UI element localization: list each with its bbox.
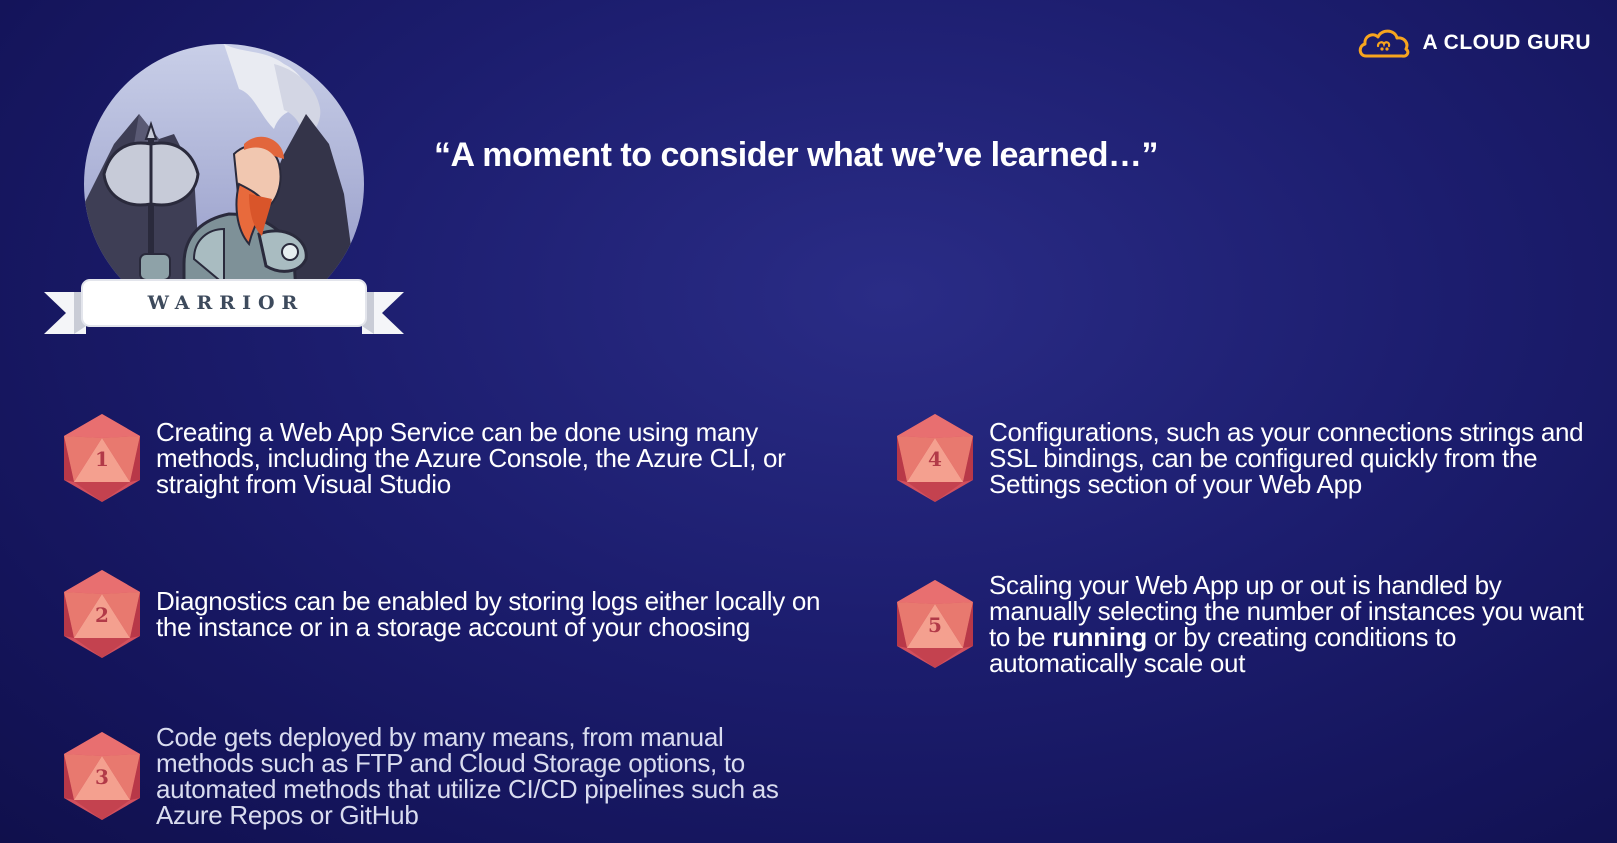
item-text: Scaling your Web App up or out is handle…: [989, 572, 1593, 676]
d20-dice-icon: 4: [893, 412, 977, 504]
brand-logo-text: A CLOUD GURU: [1422, 31, 1591, 54]
warrior-badge: WARRIOR: [44, 44, 404, 344]
slide: A CLOUD GURU WARRIOR “A moment to consid…: [0, 0, 1617, 843]
brand-logo: A CLOUD GURU: [1356, 26, 1591, 60]
item-number: 1: [95, 447, 109, 471]
cloud-logo-icon: [1359, 29, 1410, 58]
item-number: 5: [928, 613, 942, 637]
d20-dice-icon: 3: [60, 730, 144, 822]
item-number: 4: [928, 447, 942, 471]
d20-dice-icon: 2: [60, 568, 144, 660]
d20-dice-icon: 5: [893, 578, 977, 670]
item-text: Creating a Web App Service can be done u…: [156, 417, 786, 499]
badge-label: WARRIOR: [147, 292, 305, 314]
list-item-1: 1 Creating a Web App Service can be done…: [60, 412, 820, 504]
item-number: 2: [95, 603, 109, 627]
item-text: Configurations, such as your connections…: [989, 417, 1584, 499]
item-text: Diagnostics can be enabled by storing lo…: [156, 586, 821, 642]
page-title: “A moment to consider what we’ve learned…: [434, 136, 1159, 174]
list-item-4: 4 Configurations, such as your connectio…: [893, 412, 1593, 504]
list-item-3: 3 Code gets deployed by many means, from…: [60, 724, 820, 828]
d20-dice-icon: 1: [60, 412, 144, 504]
list-item-2: 2 Diagnostics can be enabled by storing …: [60, 568, 850, 660]
list-item-5: 5 Scaling your Web App up or out is hand…: [893, 572, 1593, 676]
item-text: Code gets deployed by many means, from m…: [156, 722, 779, 830]
item-number: 3: [95, 765, 109, 789]
